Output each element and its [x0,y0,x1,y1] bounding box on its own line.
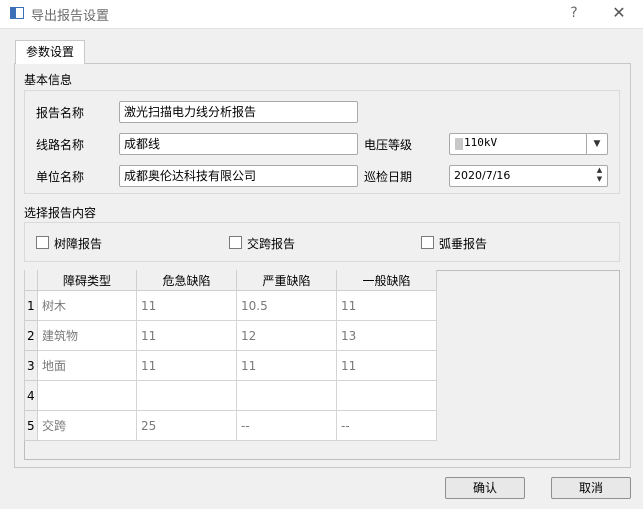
column-header-obstacle-type[interactable]: 障碍类型 [37,270,137,291]
cancel-button[interactable]: 取消 [551,477,631,499]
column-header-general-defect[interactable]: 一般缺陷 [336,270,437,291]
column-header-critical-defect[interactable]: 危急缺陷 [136,270,237,291]
table-row[interactable]: 3 地面 11 11 11 [24,350,437,381]
date-spin-buttons[interactable]: ▲ ▼ [592,166,607,186]
voltage-level-value: 110kV [464,136,498,149]
row-number[interactable]: 3 [24,350,38,381]
line-name-input[interactable]: 成都线 [119,133,358,155]
voltage-color-swatch [455,138,463,150]
checkbox-box[interactable] [36,236,49,249]
report-name-label: 报告名称 [36,106,85,120]
checkbox-box[interactable] [421,236,434,249]
basic-info-section-label: 基本信息 [24,73,73,87]
confirm-button[interactable]: 确认 [445,477,525,499]
report-content-section-label: 选择报告内容 [24,206,97,220]
table-row[interactable]: 2 建筑物 11 12 13 [24,320,437,351]
inspection-date-label: 巡检日期 [364,170,413,184]
table-cell[interactable]: 11 [136,320,237,351]
table-cell[interactable]: 11 [136,290,237,321]
voltage-level-label: 电压等级 [364,138,413,152]
table-cell[interactable]: 11 [336,290,437,321]
checkbox-label: 交跨报告 [247,237,296,251]
tab-parameter-settings[interactable]: 参数设置 [15,40,85,64]
spin-up-icon[interactable]: ▲ [592,166,607,175]
window-title: 导出报告设置 [31,9,110,24]
report-content-group [24,222,620,262]
table-cell[interactable]: 树木 [37,290,137,321]
row-number[interactable]: 2 [24,320,38,351]
unit-name-label: 单位名称 [36,170,85,184]
table-cell[interactable]: 10.5 [236,290,337,321]
table-cell[interactable] [136,380,237,411]
table-cell[interactable] [37,380,137,411]
table-cell[interactable]: -- [336,410,437,441]
line-name-label: 线路名称 [36,138,85,152]
app-window-icon [10,7,24,19]
unit-name-input[interactable]: 成都奥伦达科技有限公司 [119,165,358,187]
checkbox-label: 树障报告 [54,237,103,251]
voltage-level-select[interactable]: 110kV ▼ [449,133,608,155]
column-header-serious-defect[interactable]: 严重缺陷 [236,270,337,291]
help-button[interactable]: ? [563,2,585,24]
table-cell[interactable]: 12 [236,320,337,351]
chevron-down-icon[interactable]: ▼ [586,134,607,154]
table-cell[interactable]: 13 [336,320,437,351]
defect-table[interactable]: 障碍类型 危急缺陷 严重缺陷 一般缺陷 1 树木 11 10.5 11 2 建筑… [24,270,437,441]
checkbox-label: 弧垂报告 [439,237,488,251]
table-cell[interactable]: 25 [136,410,237,441]
table-cell[interactable]: -- [236,410,337,441]
table-row[interactable]: 1 树木 11 10.5 11 [24,290,437,321]
inspection-date-value: 2020/7/16 [454,169,511,182]
table-cell[interactable]: 11 [236,350,337,381]
row-number[interactable]: 5 [24,410,38,441]
table-cell[interactable]: 11 [136,350,237,381]
table-cell[interactable] [336,380,437,411]
checkbox-box[interactable] [229,236,242,249]
table-header-row: 障碍类型 危急缺陷 严重缺陷 一般缺陷 [24,270,437,291]
table-corner[interactable] [24,270,38,291]
table-cell[interactable]: 地面 [37,350,137,381]
table-row[interactable]: 4 [24,380,437,411]
table-cell[interactable]: 11 [336,350,437,381]
table-cell[interactable]: 交跨 [37,410,137,441]
spin-down-icon[interactable]: ▼ [592,175,607,184]
report-name-input[interactable]: 激光扫描电力线分析报告 [119,101,358,123]
table-cell[interactable] [236,380,337,411]
close-button[interactable]: ✕ [606,2,632,24]
table-row[interactable]: 5 交跨 25 -- -- [24,410,437,441]
table-cell[interactable]: 建筑物 [37,320,137,351]
inspection-date-picker[interactable]: 2020/7/16 ▲ ▼ [449,165,608,187]
row-number[interactable]: 4 [24,380,38,411]
row-number[interactable]: 1 [24,290,38,321]
